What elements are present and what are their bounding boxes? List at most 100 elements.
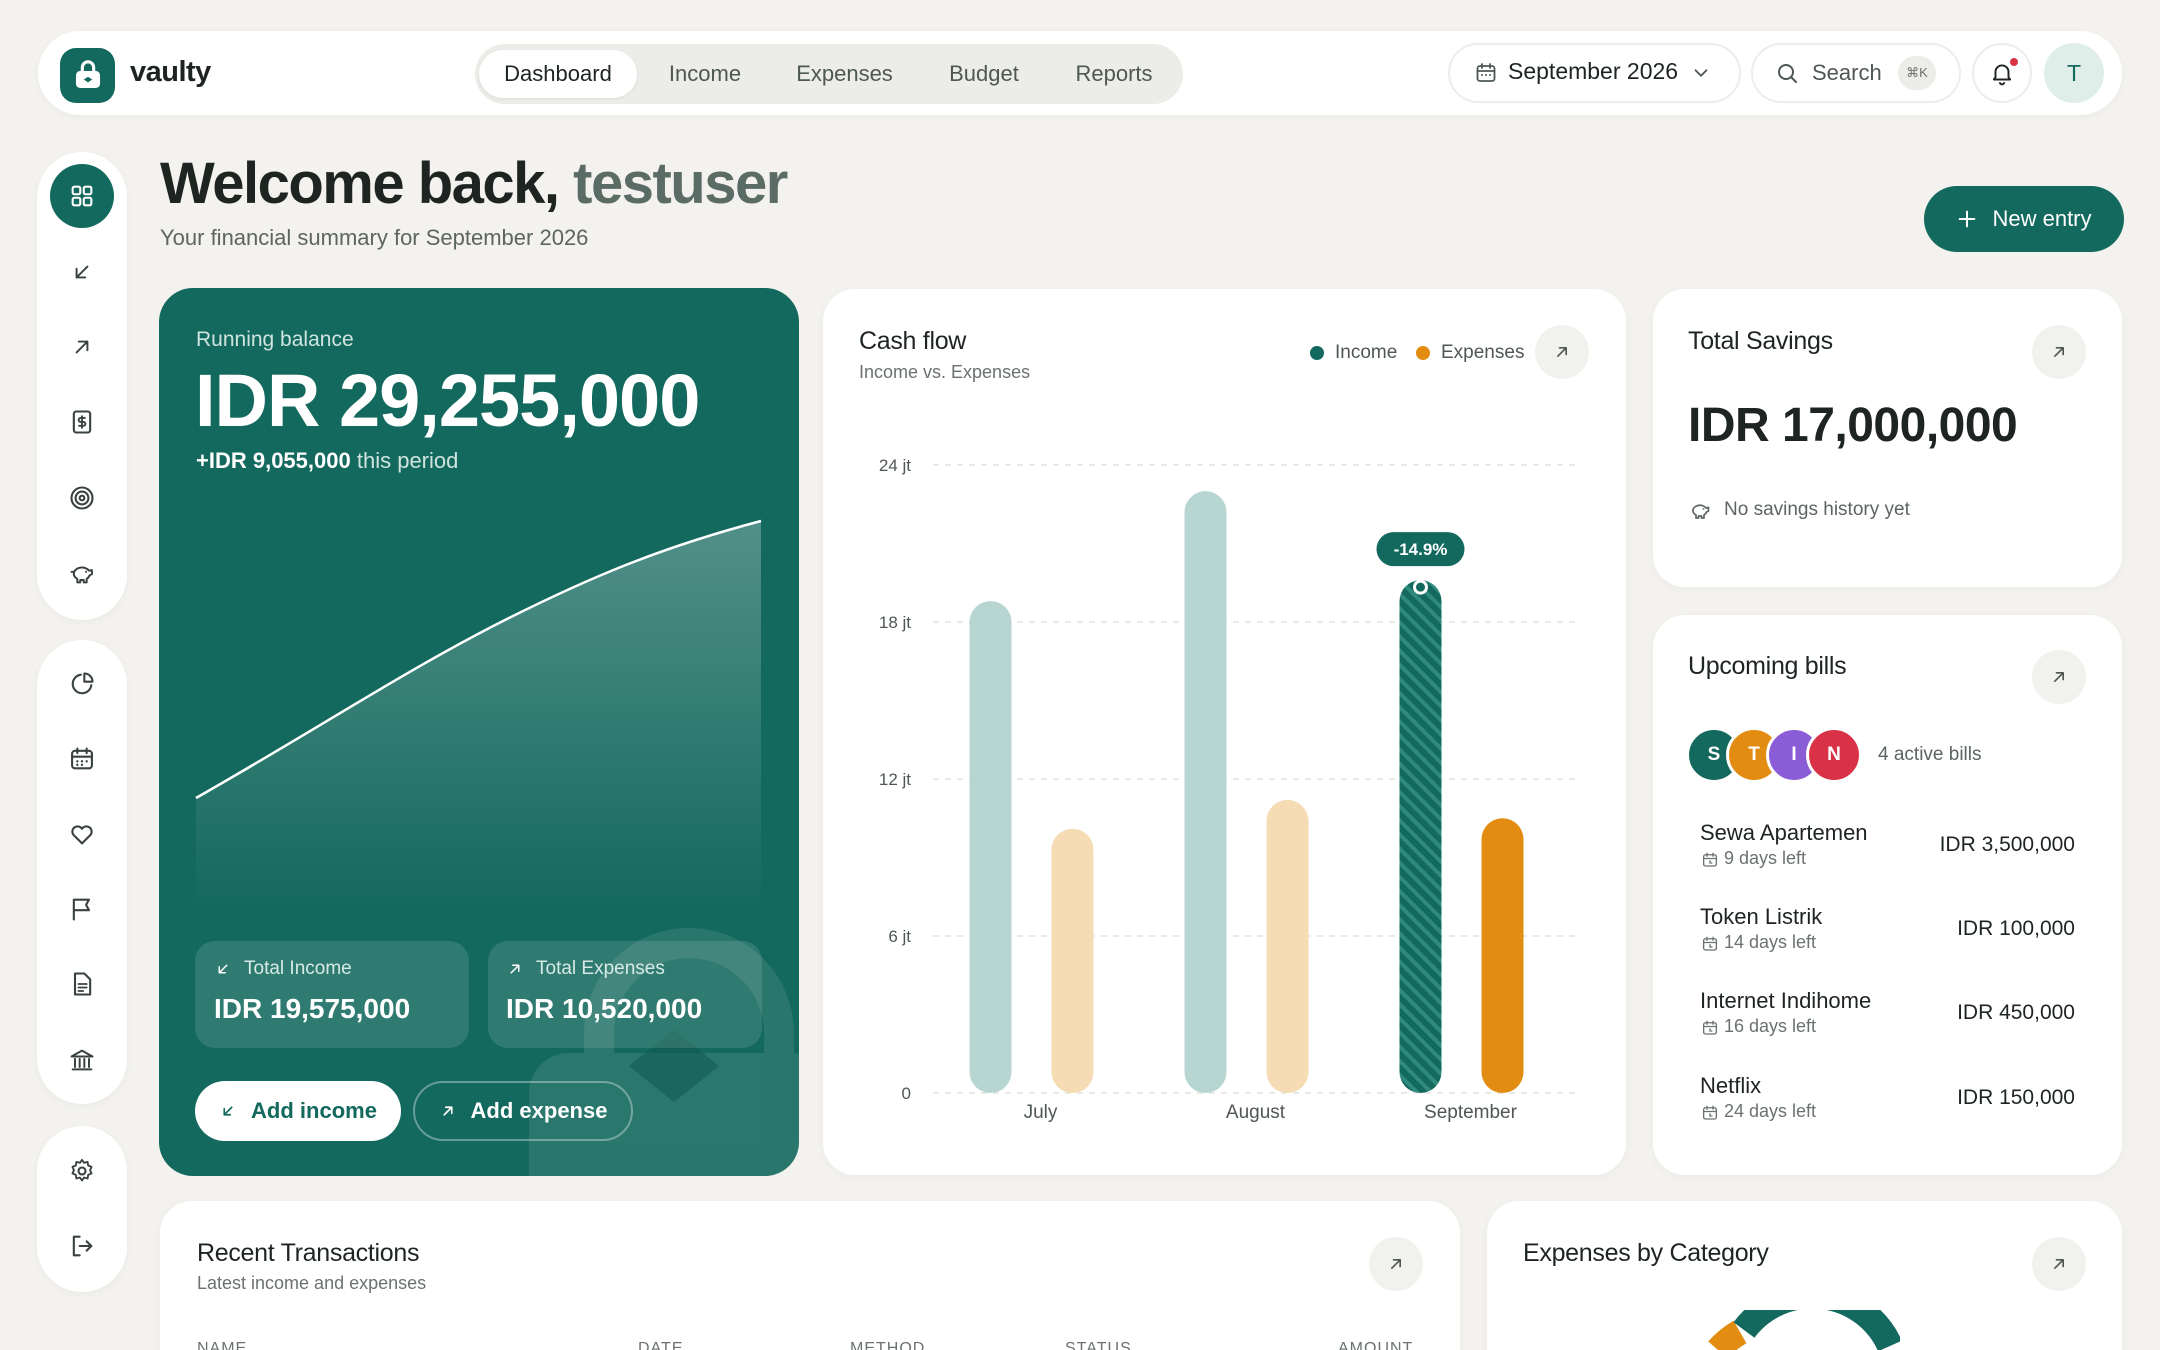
tab-dashboard[interactable]: Dashboard xyxy=(479,50,637,98)
balance-delta: +IDR 9,055,000 this period xyxy=(196,448,458,474)
bill-name: Sewa Apartemen xyxy=(1700,820,1868,845)
highlight-point xyxy=(1413,579,1428,595)
bill-row[interactable]: Netflix 24 days left IDR 150,000 xyxy=(1690,1061,2090,1141)
total-expenses-label: Total Expenses xyxy=(536,958,665,979)
sidebar-item-income[interactable] xyxy=(50,240,114,304)
budget-icon xyxy=(72,410,92,434)
add-expense-button[interactable]: Add expense xyxy=(413,1081,633,1141)
sidebar-item-expenses[interactable] xyxy=(50,315,114,379)
bill-days-left: 14 days left xyxy=(1724,932,1817,952)
sidebar-item-calendar[interactable] xyxy=(50,727,114,791)
balance-delta-amount: +IDR 9,055,000 xyxy=(196,448,351,473)
bills-open-button[interactable] xyxy=(2032,650,2086,704)
x-tick-label: September xyxy=(1424,1102,1518,1123)
tab-reports[interactable]: Reports xyxy=(1054,50,1174,98)
user-avatar[interactable]: T xyxy=(2044,43,2104,103)
transactions-open-button[interactable] xyxy=(1369,1237,1423,1291)
sidebar-item-reports[interactable] xyxy=(50,652,114,716)
sidebar-item-logout[interactable] xyxy=(50,1214,114,1278)
add-income-label: Add income xyxy=(251,1098,377,1123)
search-icon xyxy=(1778,64,1797,83)
change-badge-label: -14.9% xyxy=(1394,540,1448,559)
bill-name: Token Listrik xyxy=(1700,904,1823,929)
bill-name: Netflix xyxy=(1700,1073,1762,1098)
bill-row[interactable]: Internet Indihome 16 days left IDR 450,0… xyxy=(1690,976,2090,1056)
sidebar-item-milestones[interactable] xyxy=(50,877,114,941)
running-balance-label: Running balance xyxy=(196,328,354,351)
column-header-date[interactable]: DATE xyxy=(638,1340,683,1350)
pie-chart-icon xyxy=(71,672,94,695)
piggy-bank-icon xyxy=(70,566,93,584)
bill-days-left: 9 days left xyxy=(1724,848,1807,868)
column-header-method[interactable]: METHOD xyxy=(850,1340,925,1350)
transactions-subtitle: Latest income and expenses xyxy=(197,1273,427,1293)
sidebar-item-savings[interactable] xyxy=(50,541,114,605)
logo[interactable] xyxy=(60,48,115,103)
y-tick-label: 18 jt xyxy=(879,613,911,632)
bill-row[interactable]: Sewa Apartemen 9 days left IDR 3,500,000 xyxy=(1690,808,2090,888)
expense-arrow-icon xyxy=(510,964,520,974)
tab-budget[interactable]: Budget xyxy=(925,50,1043,98)
chevron-down-icon xyxy=(1694,69,1708,77)
column-header-amount[interactable]: AMOUNT xyxy=(1338,1340,1413,1350)
sidebar-item-goals[interactable] xyxy=(50,466,114,530)
total-income-label: Total Income xyxy=(244,958,352,979)
bill-row[interactable]: Token Listrik 14 days left IDR 100,000 xyxy=(1690,892,2090,972)
income-bar-august xyxy=(1184,491,1227,1093)
savings-value: IDR 17,000,000 xyxy=(1688,399,2018,452)
income-arrow-icon xyxy=(218,964,228,974)
period-label: September 2026 xyxy=(1508,58,1679,84)
categories-title: Expenses by Category xyxy=(1523,1239,1769,1267)
goals-icon xyxy=(70,486,94,510)
income-icon xyxy=(75,265,89,279)
arrow-up-right-icon xyxy=(2054,1259,2064,1269)
bill-days-left: 16 days left xyxy=(1724,1016,1817,1036)
add-income-button[interactable]: Add income xyxy=(195,1081,401,1141)
income-bar-july xyxy=(969,601,1012,1093)
brand-name: vaulty xyxy=(130,56,211,88)
username: testuser xyxy=(573,151,788,216)
calendar-clock-icon xyxy=(1702,936,1718,951)
active-bills-count: 4 active bills xyxy=(1878,744,1982,765)
new-entry-button[interactable]: New entry xyxy=(1924,186,2124,252)
savings-title: Total Savings xyxy=(1688,327,1833,355)
sidebar-item-wishlist[interactable] xyxy=(50,802,114,866)
flag-icon xyxy=(72,898,91,921)
logout-icon xyxy=(72,1235,93,1257)
expense-arrow-icon xyxy=(442,1106,453,1116)
y-tick-label: 6 jt xyxy=(888,927,911,946)
tab-expenses[interactable]: Expenses xyxy=(777,50,912,98)
sidebar-item-documents[interactable] xyxy=(50,952,114,1016)
total-income-value: IDR 19,575,000 xyxy=(214,993,411,1024)
notifications-button[interactable] xyxy=(1972,43,2032,103)
y-tick-label: 24 jt xyxy=(879,456,911,475)
y-tick-label: 12 jt xyxy=(879,770,911,789)
sidebar-item-settings[interactable] xyxy=(50,1139,114,1203)
calendar-icon xyxy=(71,747,93,770)
dashboard-icon xyxy=(71,185,93,207)
savings-note: No savings history yet xyxy=(1724,499,1910,520)
categories-open-button[interactable] xyxy=(2032,1237,2086,1291)
piggy-bank-icon xyxy=(1692,504,1710,519)
vault-logo-icon xyxy=(75,59,100,88)
notification-dot xyxy=(2008,56,2020,68)
savings-open-button[interactable] xyxy=(2032,325,2086,379)
welcome-text: Welcome back, xyxy=(160,151,560,216)
search-shortcut: ⌘K xyxy=(1898,56,1936,90)
heart-icon xyxy=(71,825,93,845)
arrow-up-right-icon xyxy=(1391,1259,1401,1269)
column-header-status[interactable]: STATUS xyxy=(1065,1340,1132,1350)
column-header-name[interactable]: NAME xyxy=(197,1340,247,1350)
document-icon xyxy=(73,972,92,996)
sidebar-item-dashboard[interactable] xyxy=(50,164,114,228)
tab-income[interactable]: Income xyxy=(645,50,765,98)
arrow-up-right-icon xyxy=(2054,672,2064,682)
running-balance-value: IDR 29,255,000 xyxy=(195,359,700,442)
arrow-up-right-icon xyxy=(2054,347,2064,357)
sidebar-item-budget[interactable] xyxy=(50,390,114,454)
sidebar-item-accounts[interactable] xyxy=(50,1028,114,1092)
cashflow-chart: -14.9% 0 6 jt 12 jt 18 jt 24 jt July August Sep… xyxy=(879,456,1578,1123)
x-tick-label: July xyxy=(1024,1102,1058,1123)
add-expense-label: Add expense xyxy=(470,1098,608,1123)
income-arrow-icon xyxy=(223,1106,233,1116)
